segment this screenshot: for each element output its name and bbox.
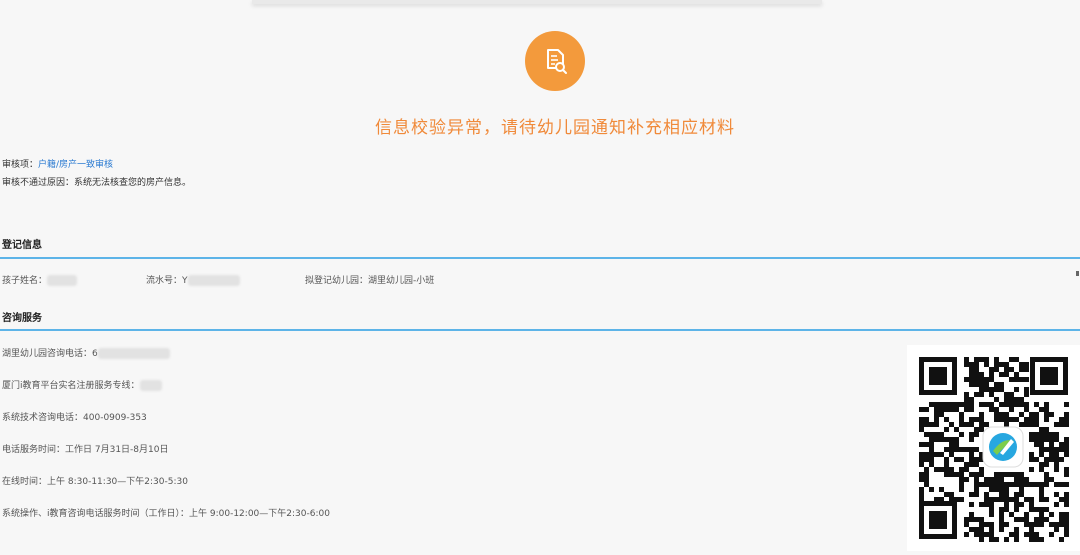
child-name-field: 孩子姓名： bbox=[2, 273, 78, 286]
contact-row-operation-time: 系统操作、i教育咨询电话服务时间（工作日）：上午 9:00-12:00—下午2:… bbox=[2, 506, 330, 519]
audit-item-label: 审核项： bbox=[2, 160, 39, 170]
contact-row-kindergarten-phone: 湖里幼儿园咨询电话：6 bbox=[2, 346, 170, 359]
registration-divider bbox=[0, 257, 1080, 259]
top-dialog-edge bbox=[252, 0, 822, 4]
scroll-edge-mark bbox=[1076, 271, 1079, 276]
contact-row-tech-support: 系统技术咨询电话：400-0909-353 bbox=[2, 410, 147, 423]
contact-value: 工作日 7月31日-8月10日 bbox=[65, 445, 169, 455]
audit-item-line: 审核项：户籍/房产一致审核 bbox=[2, 157, 113, 170]
contact-value: 上午 8:30-11:30—下午2:30-5:30 bbox=[47, 477, 188, 487]
kindergarten-label: 拟登记幼儿园： bbox=[305, 276, 369, 286]
audit-reason-value: 系统无法核查您的房产信息。 bbox=[74, 178, 192, 188]
qr-code-icon bbox=[919, 357, 1069, 542]
contact-value: 6 bbox=[92, 349, 98, 359]
serial-label: 流水号： bbox=[146, 276, 183, 286]
serial-number-field: 流水号：Y bbox=[146, 273, 240, 286]
contact-row-registration-hotline: 厦门i教育平台实名注册服务专线： bbox=[2, 378, 162, 391]
contact-row-online-time: 在线时间：上午 8:30-11:30—下午2:30-5:30 bbox=[2, 474, 188, 487]
consulting-divider bbox=[0, 329, 1080, 331]
contact-label: 湖里幼儿园咨询电话： bbox=[2, 349, 93, 359]
serial-value: Y bbox=[182, 276, 188, 286]
registration-section-title: 登记信息 bbox=[2, 240, 42, 251]
redacted-block bbox=[97, 348, 170, 359]
child-name-label: 孩子姓名： bbox=[2, 276, 48, 286]
status-message: 信息校验异常，请待幼儿园通知补充相应材料 bbox=[375, 118, 735, 138]
document-search-icon bbox=[525, 31, 585, 91]
contact-label: 系统操作、i教育咨询电话服务时间（工作日）： bbox=[2, 509, 190, 519]
contact-value: 400-0909-353 bbox=[83, 413, 147, 423]
audit-reason-label: 审核不通过原因： bbox=[2, 178, 75, 188]
contact-value: 上午 9:00-12:00—下午2:30-6:00 bbox=[189, 509, 330, 519]
kindergarten-field: 拟登记幼儿园：湖里幼儿园-小班 bbox=[305, 273, 434, 286]
redacted-block bbox=[187, 275, 240, 286]
consulting-section-title: 咨询服务 bbox=[2, 313, 42, 324]
contact-label: 在线时间： bbox=[2, 477, 48, 487]
kindergarten-value: 湖里幼儿园-小班 bbox=[368, 276, 435, 286]
audit-reason-line: 审核不通过原因：系统无法核查您的房产信息。 bbox=[2, 175, 191, 188]
contact-row-service-time: 电话服务时间：工作日 7月31日-8月10日 bbox=[2, 442, 168, 455]
redacted-block bbox=[47, 275, 78, 286]
contact-label: 系统技术咨询电话： bbox=[2, 413, 84, 423]
audit-item-link[interactable]: 户籍/房产一致审核 bbox=[38, 160, 113, 170]
contact-label: 厦门i教育平台实名注册服务专线： bbox=[2, 381, 140, 391]
contact-label: 电话服务时间： bbox=[2, 445, 66, 455]
redacted-block bbox=[139, 380, 162, 391]
qr-code-panel bbox=[907, 345, 1080, 551]
